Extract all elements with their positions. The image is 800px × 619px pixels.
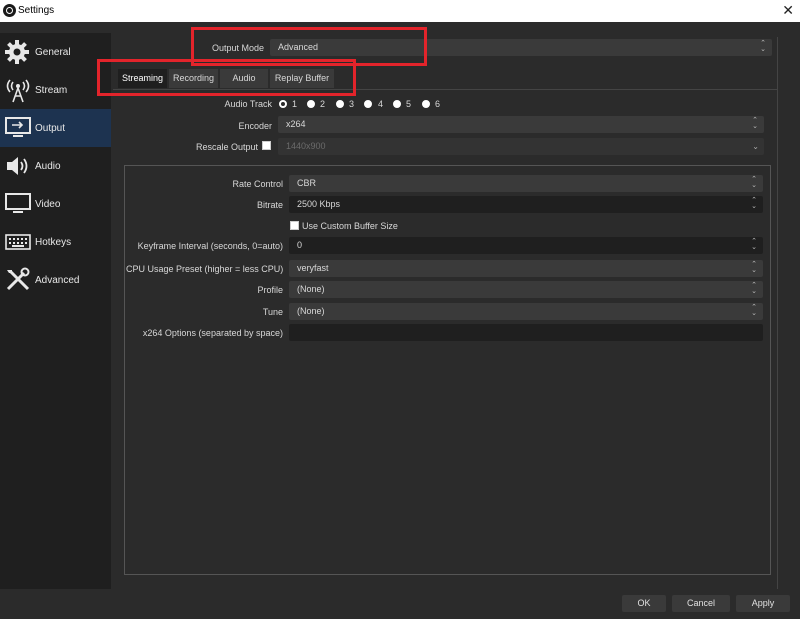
audio-track-number: 2: [320, 99, 326, 109]
bitrate-label: Bitrate: [256, 200, 283, 210]
gear-icon: [5, 40, 29, 64]
monitor-output-icon: [5, 117, 31, 137]
sidebar-item-general[interactable]: General: [0, 33, 111, 71]
sidebar: General Stream Output Audio Video Hotkey…: [0, 33, 111, 589]
cpu-preset-label: CPU Usage Preset (higher = less CPU): [126, 264, 284, 274]
updown-icon: ⌃ ⌄: [752, 117, 758, 130]
keyframe-interval-label: Keyframe Interval (seconds, 0=auto): [137, 241, 283, 251]
output-mode-value: Advanced: [278, 42, 319, 52]
output-mode-label: Output Mode: [211, 43, 264, 53]
custom-buffer-checkbox[interactable]: [290, 221, 299, 230]
title-bar: Settings ✕: [0, 0, 800, 22]
updown-icon: ⌃ ⌄: [751, 304, 757, 317]
encoder-settings-panel: [124, 165, 771, 575]
stepper-icon[interactable]: ⌃ ⌄: [749, 237, 759, 254]
audio-track-number: 3: [349, 99, 355, 109]
audio-track-radio-1[interactable]: [279, 100, 287, 108]
audio-track-radio-6[interactable]: [422, 100, 430, 108]
updown-icon: ⌃ ⌄: [751, 282, 757, 295]
updown-icon: ⌃ ⌄: [751, 176, 757, 189]
tab-audio[interactable]: Audio: [220, 69, 268, 88]
rate-control-label: Rate Control: [232, 179, 283, 189]
encoder-select[interactable]: x264 ⌃ ⌄: [278, 116, 764, 133]
bitrate-value: 2500 Kbps: [297, 199, 341, 209]
sidebar-item-label: Hotkeys: [35, 237, 72, 248]
tune-label: Tune: [262, 307, 283, 317]
tab-recording[interactable]: Recording: [169, 69, 218, 88]
x264-options-input[interactable]: [289, 324, 763, 341]
rate-control-value: CBR: [297, 178, 317, 188]
window-title: Settings: [18, 5, 55, 16]
chevron-down-icon: ⌄: [752, 142, 759, 151]
sidebar-item-label: Output: [35, 123, 66, 134]
sidebar-item-label: Video: [35, 199, 61, 210]
rescale-output-checkbox[interactable]: [262, 141, 271, 150]
keyframe-interval-value: 0: [297, 240, 303, 250]
sidebar-item-label: Stream: [35, 85, 68, 96]
close-icon[interactable]: ✕: [782, 2, 794, 19]
updown-icon: ⌃ ⌄: [751, 261, 757, 274]
rate-control-select[interactable]: CBR ⌃ ⌄: [289, 175, 763, 192]
sidebar-item-output[interactable]: Output: [0, 109, 111, 147]
rescale-resolution-select[interactable]: 1440x900 ⌄: [278, 138, 764, 155]
obs-logo-icon: [3, 4, 16, 17]
audio-track-number: 5: [406, 99, 412, 109]
rescale-output-label: Rescale Output: [195, 142, 258, 152]
sidebar-item-label: General: [35, 47, 71, 58]
sidebar-item-audio[interactable]: Audio: [0, 147, 111, 185]
ok-button[interactable]: OK: [622, 595, 666, 612]
audio-track-radio-5[interactable]: [393, 100, 401, 108]
output-mode-select[interactable]: Advanced ⌃ ⌄: [270, 39, 772, 56]
audio-track-number: 1: [292, 99, 298, 109]
tune-value: (None): [297, 306, 325, 316]
keyframe-interval-spinbox[interactable]: 0 ⌃ ⌄: [289, 237, 763, 254]
sidebar-item-video[interactable]: Video: [0, 185, 111, 223]
audio-track-label: Audio Track: [224, 99, 272, 109]
broadcast-icon: [6, 79, 30, 103]
tab-divider: [113, 89, 778, 90]
cpu-preset-value: veryfast: [297, 263, 329, 273]
updown-icon: ⌃ ⌄: [760, 40, 766, 53]
tune-select[interactable]: (None) ⌃ ⌄: [289, 303, 763, 320]
profile-label: Profile: [257, 285, 283, 295]
profile-value: (None): [297, 284, 325, 294]
keyboard-icon: [5, 234, 31, 250]
audio-track-radio-2[interactable]: [307, 100, 315, 108]
profile-select[interactable]: (None) ⌃ ⌄: [289, 281, 763, 298]
divider: [777, 37, 778, 589]
audio-track-radio-3[interactable]: [336, 100, 344, 108]
sidebar-item-label: Advanced: [35, 275, 80, 286]
audio-track-number: 6: [435, 99, 441, 109]
speaker-icon: [7, 157, 28, 175]
encoder-label: Encoder: [238, 121, 272, 131]
sidebar-item-hotkeys[interactable]: Hotkeys: [0, 223, 111, 261]
sidebar-item-stream[interactable]: Stream: [0, 71, 111, 109]
cpu-preset-select[interactable]: veryfast ⌃ ⌄: [289, 260, 763, 277]
encoder-value: x264: [286, 119, 306, 129]
sidebar-item-label: Audio: [35, 161, 61, 172]
cancel-button[interactable]: Cancel: [672, 595, 730, 612]
apply-button[interactable]: Apply: [736, 595, 790, 612]
audio-track-number: 4: [378, 99, 384, 109]
bitrate-spinbox[interactable]: 2500 Kbps ⌃ ⌄: [289, 196, 763, 213]
x264-options-label: x264 Options (separated by space): [142, 328, 283, 338]
custom-buffer-label: Use Custom Buffer Size: [302, 221, 398, 231]
tools-icon: [6, 267, 30, 291]
stepper-icon[interactable]: ⌃ ⌄: [749, 196, 759, 213]
audio-track-radio-4[interactable]: [364, 100, 372, 108]
monitor-icon: [5, 193, 31, 213]
rescale-value: 1440x900: [286, 141, 326, 151]
tab-streaming[interactable]: Streaming: [118, 69, 167, 88]
sidebar-item-advanced[interactable]: Advanced: [0, 261, 111, 299]
tab-replay-buffer[interactable]: Replay Buffer: [270, 69, 334, 88]
